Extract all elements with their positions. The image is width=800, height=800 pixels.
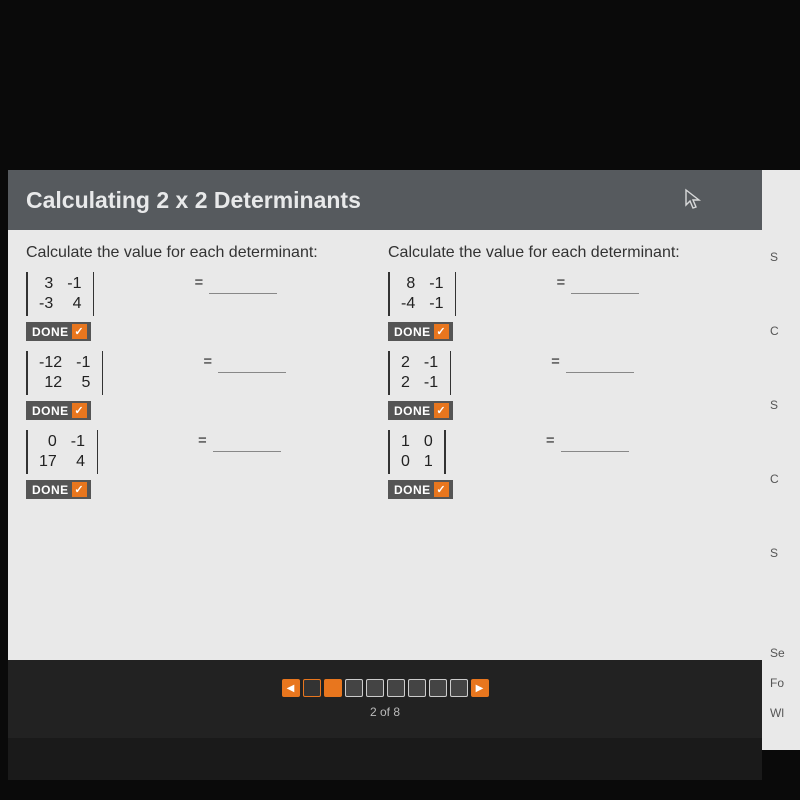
problem-l2: -12-1125 = DONE✓ [26,351,382,420]
check-icon: ✓ [434,403,449,418]
side-panel: S C S C S Se Fo Wl [762,170,800,750]
problem-l3: 0-1174 = DONE✓ [26,430,382,499]
matrix-l1: 3-1-34 [26,272,94,316]
check-icon: ✓ [434,324,449,339]
right-column: Calculate the value for each determinant… [382,244,744,650]
problem-r2: 2-12-1 = DONE✓ [388,351,744,420]
done-button-l3[interactable]: DONE✓ [26,480,91,499]
equals-symbol: = [203,351,212,370]
page-indicator-2[interactable] [324,679,342,697]
side-text: Se [770,646,796,660]
done-button-r2[interactable]: DONE✓ [388,401,453,420]
page-indicator-5[interactable] [387,679,405,697]
next-page-button[interactable]: ▶ [471,679,489,697]
matrix-l3: 0-1174 [26,430,98,474]
content-area: Calculate the value for each determinant… [8,230,762,660]
page-title: Calculating 2 x 2 Determinants [26,187,361,214]
done-button-l1[interactable]: DONE✓ [26,322,91,341]
side-text: S [770,398,796,412]
matrix-l2: -12-1125 [26,351,103,395]
answer-input-l3[interactable] [213,434,281,452]
answer-input-r3[interactable] [561,434,629,452]
app-window: Calculating 2 x 2 Determinants Calculate… [8,170,762,780]
prompt-right: Calculate the value for each determinant… [388,244,744,262]
done-button-l2[interactable]: DONE✓ [26,401,91,420]
check-icon: ✓ [72,324,87,339]
check-icon: ✓ [434,482,449,497]
footer-bar: ◀ ▶ 2 of 8 [8,660,762,738]
equals-symbol: = [546,430,555,449]
page-counter: 2 of 8 [370,705,400,719]
answer-input-r2[interactable] [566,355,634,373]
matrix-r3: 1001 [388,430,446,474]
header-bar: Calculating 2 x 2 Determinants [8,170,762,230]
equals-symbol: = [194,272,203,291]
screen: Calculating 2 x 2 Determinants Calculate… [0,0,800,800]
equals-symbol: = [551,351,560,370]
check-icon: ✓ [72,403,87,418]
side-text: C [770,324,796,338]
side-text: Wl [770,706,796,720]
page-indicator-8[interactable] [450,679,468,697]
page-indicator-4[interactable] [366,679,384,697]
side-text: Fo [770,676,796,690]
page-indicator-7[interactable] [429,679,447,697]
page-indicator-1[interactable] [303,679,321,697]
side-text: S [770,546,796,560]
cursor-icon [684,188,702,215]
left-column: Calculate the value for each determinant… [26,244,382,650]
page-nav: ◀ ▶ [282,679,489,697]
equals-symbol: = [198,430,207,449]
page-indicator-6[interactable] [408,679,426,697]
problem-l1: 3-1-34 = DONE✓ [26,272,382,341]
prev-page-button[interactable]: ◀ [282,679,300,697]
page-indicator-3[interactable] [345,679,363,697]
done-button-r1[interactable]: DONE✓ [388,322,453,341]
check-icon: ✓ [72,482,87,497]
side-text: C [770,472,796,486]
side-text: S [770,250,796,264]
prompt-left: Calculate the value for each determinant… [26,244,382,262]
answer-input-l2[interactable] [218,355,286,373]
answer-input-l1[interactable] [209,276,277,294]
equals-symbol: = [556,272,565,291]
matrix-r1: 8-1-4-1 [388,272,456,316]
problem-r3: 1001 = DONE✓ [388,430,744,499]
done-button-r3[interactable]: DONE✓ [388,480,453,499]
answer-input-r1[interactable] [571,276,639,294]
matrix-r2: 2-12-1 [388,351,451,395]
problem-r1: 8-1-4-1 = DONE✓ [388,272,744,341]
